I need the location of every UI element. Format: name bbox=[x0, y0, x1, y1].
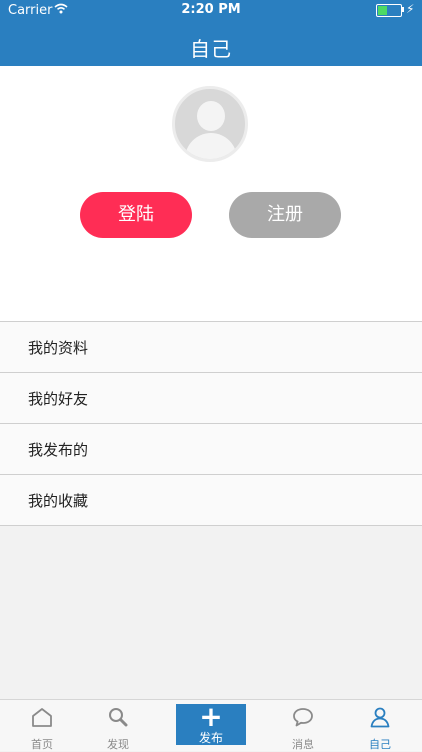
menu-item-my-profile[interactable]: 我的资料 bbox=[0, 322, 422, 373]
tab-me[interactable]: 自己 bbox=[338, 700, 422, 751]
status-time: 2:20 PM bbox=[181, 2, 241, 17]
menu-item-my-posts[interactable]: 我发布的 bbox=[0, 424, 422, 475]
menu-item-label: 我的好友 bbox=[28, 390, 89, 408]
menu-item-my-friends[interactable]: 我的好友 bbox=[0, 373, 422, 424]
chat-bubble-icon bbox=[261, 706, 345, 732]
search-icon bbox=[76, 706, 160, 732]
tab-home[interactable]: 首页 bbox=[0, 700, 84, 751]
tab-discover[interactable]: 发现 bbox=[76, 700, 160, 751]
menu-item-label: 我的收藏 bbox=[28, 492, 89, 510]
home-icon bbox=[0, 706, 84, 732]
person-icon bbox=[338, 706, 422, 732]
battery-icon: ⚡ bbox=[376, 2, 415, 18]
tab-messages[interactable]: 消息 bbox=[261, 700, 345, 751]
login-button[interactable]: 登陆 bbox=[80, 192, 192, 238]
profile-menu-list: 我的资料 我的好友 我发布的 我的收藏 bbox=[0, 321, 422, 526]
profile-section: 登陆 注册 bbox=[0, 66, 422, 322]
tab-bar: 首页 发现 + 发布 消息 自己 bbox=[0, 699, 422, 751]
default-avatar-icon[interactable] bbox=[172, 86, 248, 162]
app-header: Carrier 2:20 PM ⚡ 自己 bbox=[0, 0, 422, 66]
tab-label: 发布 bbox=[198, 731, 223, 745]
register-button[interactable]: 注册 bbox=[229, 192, 341, 238]
charging-bolt-icon: ⚡ bbox=[406, 2, 415, 16]
menu-item-label: 我的资料 bbox=[28, 339, 89, 357]
tab-publish[interactable]: + 发布 bbox=[176, 700, 246, 745]
menu-item-my-favorites[interactable]: 我的收藏 bbox=[0, 475, 422, 526]
status-bar: Carrier 2:20 PM ⚡ bbox=[0, 0, 422, 20]
menu-item-label: 我发布的 bbox=[28, 441, 89, 459]
page-title: 自己 bbox=[190, 37, 232, 61]
